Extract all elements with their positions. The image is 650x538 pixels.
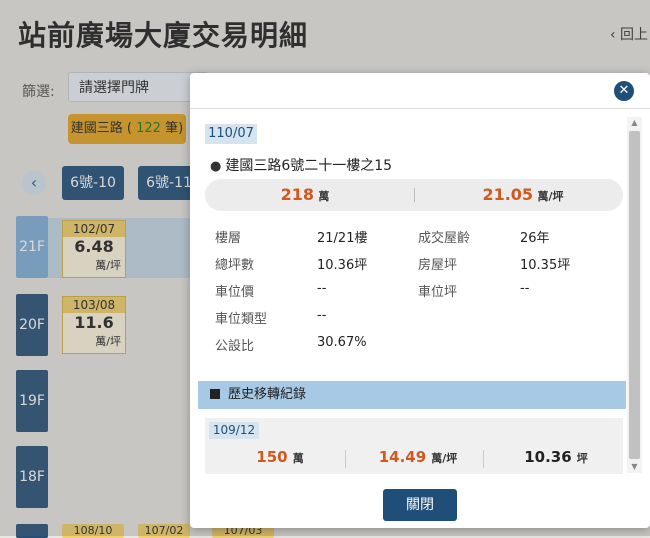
- divider: [414, 188, 415, 202]
- history-row: 109/12 150 萬 14.49 萬/坪 10.36 坪: [205, 418, 623, 474]
- location-pin-icon: ●: [210, 159, 222, 174]
- scroll-down-icon[interactable]: ▼: [627, 461, 642, 473]
- detail-value: 10.36坪: [317, 258, 368, 273]
- detail-value: 21/21樓: [317, 231, 368, 246]
- detail-value: --: [317, 281, 327, 296]
- history-price-value: 150: [256, 448, 288, 466]
- address-text: 建國三路6號二十一樓之15: [225, 158, 393, 174]
- total-price-unit: 萬: [318, 190, 330, 203]
- close-button[interactable]: 關閉: [383, 489, 457, 521]
- history-title: 歷史移轉紀錄: [228, 387, 307, 402]
- history-price: 150 萬: [215, 446, 345, 468]
- detail-key: 公設比: [215, 339, 255, 354]
- total-price: 218 萬: [205, 179, 405, 211]
- detail-key: 樓層: [215, 231, 242, 246]
- history-unit-price: 14.49 萬/坪: [353, 446, 483, 468]
- detail-value: --: [317, 308, 327, 323]
- detail-key: 車位價: [215, 285, 255, 300]
- unit-price: 21.05 萬/坪: [423, 179, 623, 211]
- scroll-up-icon[interactable]: ▲: [627, 117, 642, 129]
- history-date: 109/12: [209, 422, 259, 439]
- history-header: 歷史移轉紀錄: [198, 381, 626, 409]
- history-area: 10.36 坪: [491, 446, 621, 468]
- divider: [483, 450, 484, 468]
- scroll-thumb[interactable]: [629, 131, 640, 459]
- history-price-unit: 萬: [292, 452, 304, 465]
- price-summary: 218 萬 21.05 萬/坪: [205, 179, 623, 211]
- detail-value: 10.35坪: [520, 258, 571, 273]
- close-icon[interactable]: ✕: [614, 81, 634, 101]
- detail-key: 車位坪: [418, 285, 458, 300]
- transaction-modal: ✕ 110/07 ● 建國三路6號二十一樓之15 218 萬 21.05 萬/坪 …: [190, 73, 650, 528]
- detail-key: 成交屋齡: [418, 231, 471, 246]
- detail-value: 26年: [520, 231, 550, 246]
- history-area-unit: 坪: [576, 452, 588, 465]
- address: ● 建國三路6號二十一樓之15: [210, 155, 392, 175]
- scrollbar[interactable]: ▲ ▼: [627, 117, 642, 473]
- unit-price-unit: 萬/坪: [537, 190, 564, 203]
- detail-key: 總坪數: [215, 258, 255, 273]
- history-unit-price-value: 14.49: [378, 448, 427, 466]
- book-icon: [210, 389, 220, 399]
- total-price-value: 218: [280, 185, 314, 204]
- divider: [345, 450, 346, 468]
- history-area-value: 10.36: [524, 448, 572, 466]
- detail-value: 30.67%: [317, 335, 367, 350]
- detail-key: 車位類型: [215, 312, 268, 327]
- detail-key: 房屋坪: [418, 258, 458, 273]
- transaction-date: 110/07: [205, 124, 257, 144]
- unit-price-value: 21.05: [482, 185, 534, 204]
- modal-content: 110/07 ● 建國三路6號二十一樓之15 218 萬 21.05 萬/坪 樓層…: [190, 109, 626, 475]
- detail-value: --: [520, 281, 530, 296]
- history-unit-price-unit: 萬/坪: [431, 452, 458, 465]
